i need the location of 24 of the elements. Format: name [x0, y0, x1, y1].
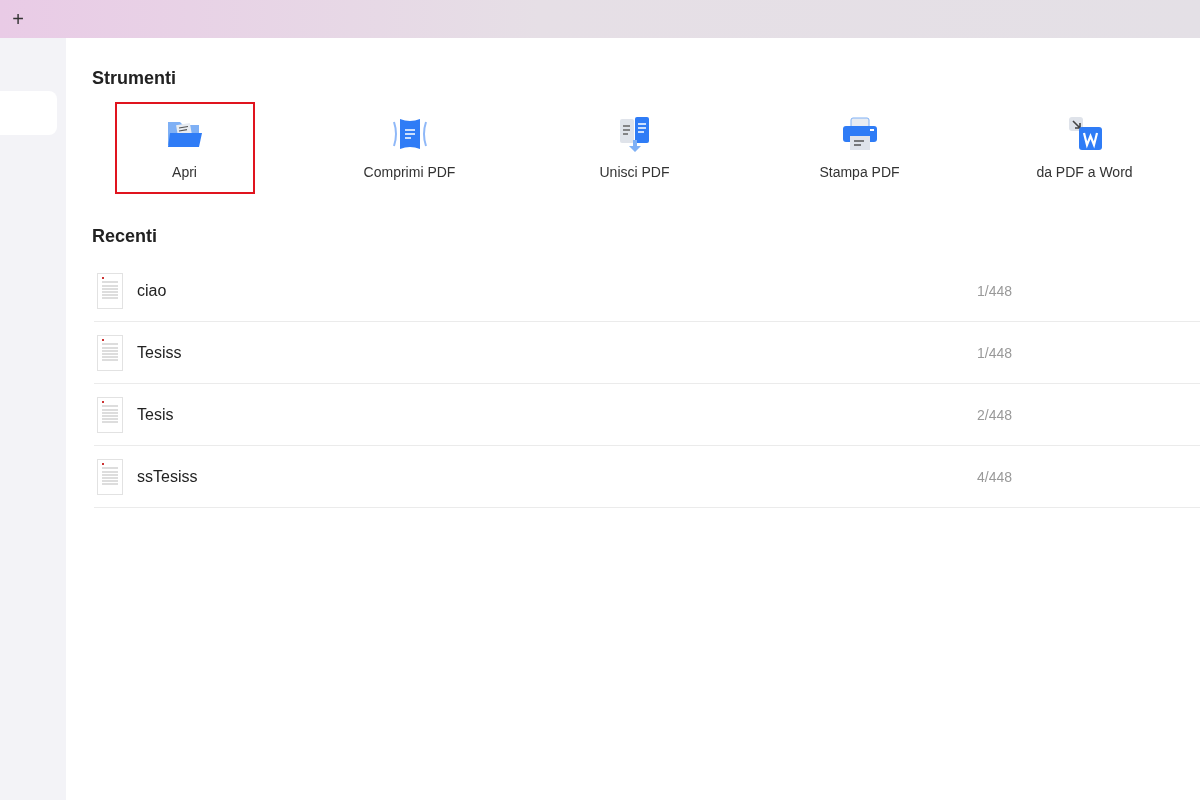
tool-button[interactable]: Comprimi PDF: [339, 102, 480, 194]
document-thumbnail: [97, 272, 123, 309]
recent-file-row[interactable]: ssTesiss 4/448: [94, 446, 1200, 508]
section-title: Recenti: [92, 225, 159, 248]
file-name: Tesiss: [137, 342, 183, 363]
document-thumbnail: [97, 396, 123, 433]
tool-button[interactable]: Unisci PDF: [564, 102, 705, 194]
document-thumbnail: [97, 334, 123, 371]
tool-button[interactable]: da PDF a Word: [1014, 102, 1155, 194]
new-tab-button[interactable]: +: [8, 9, 28, 29]
file-name: ciao: [137, 280, 168, 301]
file-name: Tesis: [137, 404, 175, 425]
page-count: 2/448: [977, 405, 1013, 425]
recent-file-row[interactable]: Tesis 2/448: [94, 384, 1200, 446]
recent-file-row[interactable]: Tesiss 1/448: [94, 322, 1200, 384]
recent-file-row[interactable]: ciao 1/448: [94, 260, 1200, 322]
document-thumbnail: [97, 458, 123, 495]
tool-button[interactable]: Apri: [114, 102, 255, 194]
page-count: 1/448: [977, 281, 1013, 301]
tool-button[interactable]: Stampa PDF: [789, 102, 930, 194]
section-title: Strumenti: [92, 67, 177, 90]
page-count: 4/448: [977, 467, 1013, 487]
page-count: 1/448: [977, 343, 1013, 363]
file-name: ssTesiss: [137, 466, 199, 487]
